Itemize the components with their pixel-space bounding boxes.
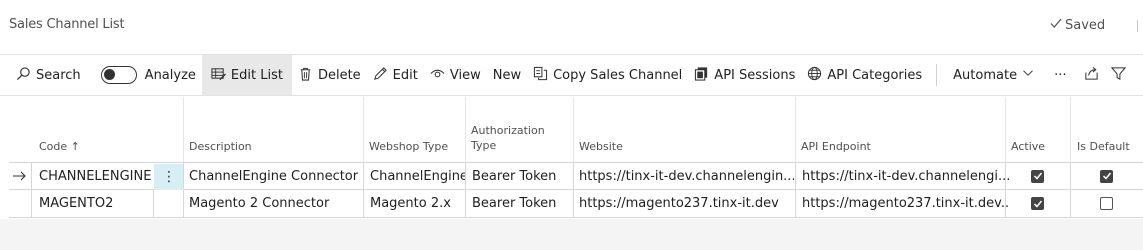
copy-sales-channel-button[interactable]: Copy Sales Channel — [527, 55, 688, 95]
edit-list-button[interactable]: Edit List — [201, 55, 292, 95]
title-bar: Sales Channel List Saved — [0, 0, 1143, 52]
cell-active[interactable] — [1031, 163, 1044, 189]
column-header-api-endpoint[interactable]: API Endpoint — [801, 139, 871, 154]
delete-button[interactable]: Delete — [292, 55, 367, 95]
cell-description[interactable]: Magento 2 Connector — [189, 190, 367, 217]
api-sessions-label: API Sessions — [714, 67, 796, 83]
cell-code[interactable]: CHANNELENGINE — [39, 163, 154, 189]
copy-sales-channel-label: Copy Sales Channel — [553, 67, 683, 83]
is-default-checkbox[interactable] — [1100, 197, 1113, 210]
eye-icon — [430, 66, 445, 85]
table-row[interactable]: MAGENTO2 Magento 2 Connector Magento 2.x… — [9, 190, 1143, 218]
api-categories-label: API Categories — [827, 67, 923, 83]
column-header-webshop-type[interactable]: Webshop Type — [369, 139, 448, 154]
is-default-checkbox[interactable] — [1100, 169, 1113, 183]
copy-icon — [533, 66, 548, 85]
filter-icon — [1111, 66, 1127, 85]
cell-authorization-type[interactable]: Bearer Token — [472, 163, 572, 189]
cell-webshop-type[interactable]: Magento 2.x — [370, 190, 465, 217]
row-selector-arrow-icon — [13, 163, 33, 189]
toggle-switch[interactable] — [100, 66, 137, 84]
cell-api-endpoint[interactable]: https://magento237.tinx-it.dev... — [802, 190, 1009, 217]
saved-status: Saved — [1050, 17, 1105, 33]
column-header-active[interactable]: Active — [1011, 139, 1045, 154]
new-button[interactable]: New — [487, 55, 527, 95]
cell-authorization-type[interactable]: Bearer Token — [472, 190, 572, 217]
column-separator — [1070, 97, 1071, 162]
column-separator — [183, 97, 184, 162]
cell-code[interactable]: MAGENTO2 — [39, 190, 154, 217]
toolbar-divider — [936, 64, 938, 86]
column-header-is-default[interactable]: Is Default — [1077, 139, 1130, 154]
automate-label: Automate — [953, 67, 1018, 83]
column-header-code[interactable]: Code ↑ — [39, 139, 80, 154]
action-bar: Search Analyze Edit List Delete Edit Vie… — [0, 54, 1143, 96]
column-separator — [573, 97, 574, 162]
edit-list-icon — [211, 66, 226, 85]
cell-is-default[interactable] — [1100, 190, 1113, 217]
cell-website[interactable]: https://magento237.tinx-it.dev — [579, 190, 794, 217]
edit-list-label: Edit List — [230, 67, 283, 83]
api-sessions-button[interactable]: API Sessions — [688, 55, 801, 95]
delete-label: Delete — [317, 67, 361, 83]
row-actions-icon[interactable]: ⋮ — [154, 164, 184, 190]
column-header-authorization-type[interactable]: Authorization Type — [471, 123, 545, 153]
filter-button[interactable] — [1105, 55, 1132, 95]
grid-empty-area — [0, 219, 1143, 250]
column-header-website[interactable]: Website — [579, 139, 623, 154]
cell-website[interactable]: https://tinx-it-dev.channelengin... — [579, 163, 794, 189]
api-categories-button[interactable]: API Categories — [801, 55, 928, 95]
column-header-authorization-line1: Authorization — [471, 124, 545, 137]
trash-icon — [298, 66, 313, 85]
sales-channel-grid: Code ↑ Description Webshop Type Authoriz… — [0, 97, 1143, 250]
globe-icon — [807, 66, 822, 85]
edge-divider — [1137, 20, 1138, 32]
saved-label: Saved — [1065, 17, 1106, 33]
column-separator — [363, 97, 364, 162]
table-row[interactable]: CHANNELENGINE ⋮ ChannelEngine Connector … — [9, 162, 1143, 190]
active-checkbox[interactable] — [1031, 197, 1044, 210]
column-separator — [465, 97, 466, 162]
column-separator — [795, 97, 796, 162]
more-options-button[interactable]: ··· — [1040, 55, 1072, 95]
more-label: ··· — [1054, 67, 1067, 83]
cell-is-default[interactable] — [1100, 163, 1113, 189]
view-button[interactable]: View — [424, 55, 487, 95]
chevron-down-icon — [1022, 67, 1034, 83]
search-button[interactable]: Search — [10, 55, 87, 95]
analyze-toggle[interactable]: Analyze — [95, 55, 202, 95]
edit-button[interactable]: Edit — [367, 55, 424, 95]
share-icon — [1084, 66, 1099, 85]
pencil-icon — [373, 66, 388, 85]
column-header-description[interactable]: Description — [189, 139, 252, 154]
checkmark-icon — [1050, 17, 1062, 33]
active-checkbox[interactable] — [1031, 169, 1044, 183]
cell-api-endpoint[interactable]: https://tinx-it-dev.channelengi... — [802, 163, 1009, 189]
column-separator — [1005, 97, 1006, 162]
cell-active[interactable] — [1031, 190, 1044, 217]
column-header-authorization-line2: Type — [471, 139, 497, 152]
automate-menu[interactable]: Automate — [943, 55, 1040, 95]
search-label: Search — [36, 67, 81, 83]
cell-description[interactable]: ChannelEngine Connector — [189, 163, 367, 189]
new-label: New — [492, 67, 522, 83]
view-label: View — [449, 67, 481, 83]
analyze-label: Analyze — [144, 67, 196, 83]
sessions-icon — [694, 66, 709, 85]
share-button[interactable] — [1072, 55, 1105, 95]
page-title: Sales Channel List — [9, 17, 125, 32]
cell-webshop-type[interactable]: ChannelEngine — [370, 163, 465, 189]
search-icon — [16, 66, 31, 85]
edit-label: Edit — [392, 67, 418, 83]
